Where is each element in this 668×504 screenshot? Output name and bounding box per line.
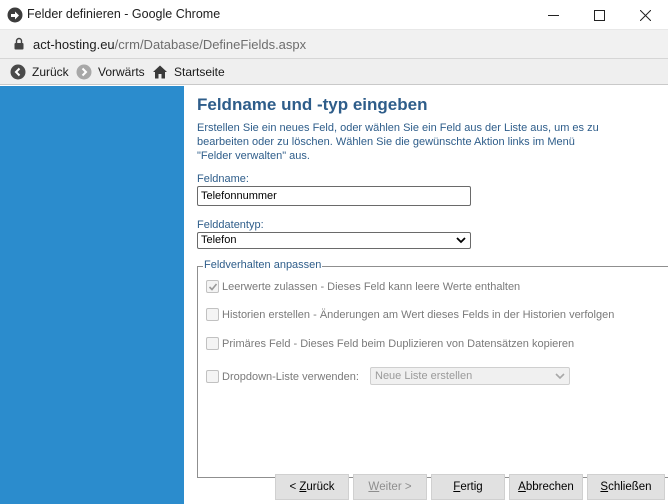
home-icon [153, 65, 167, 79]
home-nav-button[interactable]: Startseite [152, 59, 225, 85]
back-nav-button[interactable]: Zurück [10, 59, 69, 85]
allow-blank-checkbox[interactable] [206, 280, 219, 293]
forward-nav-button[interactable]: Vorwärts [76, 59, 145, 85]
sidebar-panel [0, 86, 184, 504]
back-button[interactable]: < Zurück [275, 474, 349, 500]
datatype-select[interactable]: Telefon [197, 232, 471, 249]
url-text[interactable]: act-hosting.eu/crm/Database/DefineFields… [33, 37, 306, 52]
back-button-mnemonic: Z [299, 481, 307, 493]
main-content: Feldname und -typ eingeben Erstellen Sie… [184, 86, 668, 504]
back-button-prefix: < [289, 481, 300, 493]
cancel-button-rest: bbrechen [525, 481, 574, 493]
url-path: /crm/Database/DefineFields.aspx [114, 37, 307, 52]
fieldname-label: Feldname: [197, 173, 249, 185]
back-nav-label: Zurück [32, 65, 69, 79]
forward-arrow-icon [76, 64, 92, 80]
allow-blank-label: Leerwerte zulassen - Dieses Feld kann le… [222, 280, 521, 293]
forward-nav-label: Vorwärts [98, 65, 145, 79]
chevron-down-icon [555, 373, 565, 380]
home-nav-label: Startseite [174, 65, 225, 79]
finish-button-mnemonic: F [453, 481, 461, 493]
lock-icon [14, 37, 24, 50]
minimize-button[interactable] [530, 0, 576, 30]
window-title: Felder definieren - Google Chrome [27, 7, 221, 21]
datatype-label: Felddatentyp: [197, 219, 264, 231]
chevron-down-icon [456, 237, 466, 244]
primary-label: Primäres Feld - Dieses Feld beim Duplizi… [222, 337, 575, 350]
maximize-button[interactable] [576, 0, 622, 30]
finish-button[interactable]: Fertig [431, 474, 505, 500]
chrome-app-icon [7, 7, 23, 23]
close-button-rest: chließen [608, 481, 652, 493]
back-button-rest: urück [306, 481, 335, 493]
next-button[interactable]: Weiter > [353, 474, 427, 500]
window-titlebar: Felder definieren - Google Chrome [0, 0, 668, 30]
close-icon [639, 9, 651, 21]
maximize-icon [593, 9, 605, 21]
close-button[interactable]: Schließen [587, 474, 665, 500]
wizard-button-bar: < Zurück Weiter > Fertig Abbrechen Schli… [275, 474, 668, 504]
close-window-button[interactable] [622, 0, 668, 30]
navigation-toolbar: Zurück Vorwärts Startseite [0, 59, 668, 85]
dropdown-option[interactable]: Dropdown-Liste verwenden: [206, 370, 359, 383]
next-button-mnemonic: W [368, 481, 380, 493]
primary-checkbox[interactable] [206, 337, 219, 350]
page-title: Feldname und -typ eingeben [197, 95, 428, 114]
dropdown-list-value: Neue Liste erstellen [375, 370, 473, 382]
cancel-button[interactable]: Abbrechen [509, 474, 583, 500]
history-option[interactable]: Historien erstellen - Änderungen am Wert… [206, 308, 614, 321]
dropdown-checkbox[interactable] [206, 370, 219, 383]
minimize-icon [547, 14, 559, 16]
field-behavior-legend: Feldverhalten anpassen [203, 259, 323, 271]
field-behavior-group: Feldverhalten anpassen Leerwerte zulasse… [197, 259, 668, 478]
back-arrow-icon [10, 64, 26, 80]
datatype-selected-value: Telefon [201, 234, 237, 246]
allow-blank-option[interactable]: Leerwerte zulassen - Dieses Feld kann le… [206, 280, 520, 293]
primary-option[interactable]: Primäres Feld - Dieses Feld beim Duplizi… [206, 337, 574, 350]
address-bar[interactable]: act-hosting.eu/crm/Database/DefineFields… [0, 30, 668, 59]
dropdown-label: Dropdown-Liste verwenden: [222, 370, 359, 383]
intro-text: Erstellen Sie ein neues Feld, oder wähle… [197, 122, 599, 162]
finish-button-rest: ertig [460, 481, 483, 493]
url-host: act-hosting.eu [33, 37, 115, 52]
fieldname-input[interactable] [197, 186, 471, 206]
cancel-button-mnemonic: A [518, 481, 526, 493]
history-checkbox[interactable] [206, 308, 219, 321]
dropdown-list-select[interactable]: Neue Liste erstellen [370, 367, 570, 385]
close-button-mnemonic: S [600, 481, 609, 493]
history-label: Historien erstellen - Änderungen am Wert… [222, 308, 615, 321]
checkmark-icon [208, 283, 218, 291]
next-button-rest: eiter > [379, 481, 412, 493]
